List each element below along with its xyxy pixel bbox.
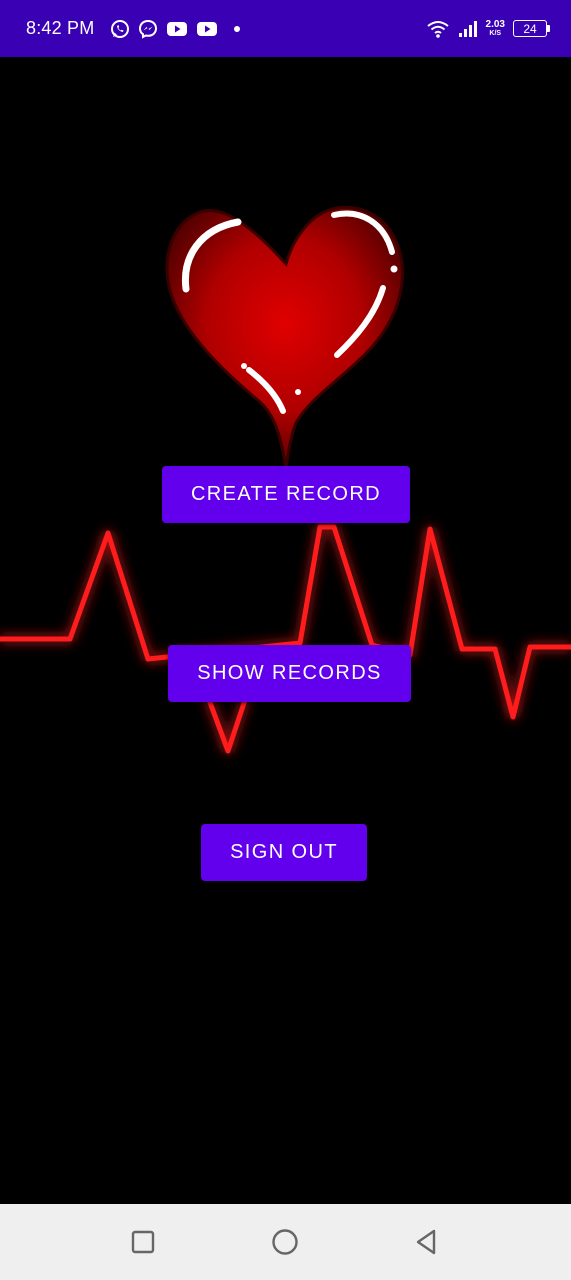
heart-icon (165, 205, 405, 468)
create-record-button[interactable]: CREATE RECORD (162, 466, 410, 523)
status-right: 2.03 K/S 24 (426, 19, 550, 39)
youtube-icon (167, 21, 188, 36)
status-time: 8:42 PM (26, 18, 95, 38)
back-button[interactable] (412, 1228, 440, 1256)
network-speed: 2.03 K/S (485, 19, 505, 38)
status-bar: 8:42 PM 2.03 K/S 24 (0, 0, 571, 57)
square-icon (131, 1230, 155, 1254)
recent-apps-button[interactable] (129, 1228, 157, 1256)
sign-out-button[interactable]: SIGN OUT (201, 824, 367, 881)
app-content: CREATE RECORD SHOW RECORDS SIGN OUT (0, 57, 571, 1204)
notification-icons (110, 19, 244, 39)
messenger-icon (139, 19, 158, 39)
whatsapp-icon (111, 19, 130, 38)
dot-icon (234, 25, 241, 32)
status-left: 8:42 PM (26, 18, 244, 39)
net-speed-value: 2.03 (485, 19, 505, 30)
triangle-back-icon (416, 1229, 436, 1255)
net-speed-unit: K/S (489, 30, 502, 37)
show-records-button[interactable]: SHOW RECORDS (168, 645, 411, 702)
heart-ecg-artwork (0, 205, 571, 754)
youtube-icon (197, 21, 218, 36)
battery-level: 24 (523, 21, 537, 36)
circle-icon (272, 1229, 298, 1255)
ecg-line (0, 524, 571, 754)
home-button[interactable] (271, 1228, 299, 1256)
wifi-icon (426, 20, 449, 38)
battery-icon: 24 (513, 20, 550, 37)
signal-icon (458, 20, 477, 37)
navigation-bar (0, 1204, 571, 1280)
